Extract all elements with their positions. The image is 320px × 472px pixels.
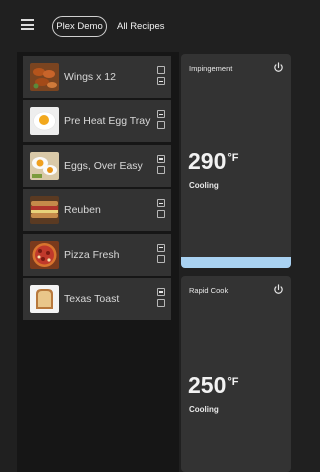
recipe-name: Texas Toast (64, 292, 120, 305)
recipe-thumbnail (30, 63, 59, 91)
temperature-unit: °F (227, 152, 239, 164)
oven-temperature: 290°F (188, 148, 239, 175)
oven-temperature: 250°F (188, 372, 239, 399)
recipe-item[interactable]: Wings x 12 (23, 56, 171, 98)
recipe-name: Wings x 12 (64, 71, 116, 83)
slot-checkbox[interactable] (157, 77, 165, 85)
recipe-thumbnail (30, 240, 59, 269)
slot-checkbox[interactable] (157, 154, 165, 163)
recipe-name: Pre Heat Egg Tray (64, 115, 151, 128)
recipe-slots (157, 199, 167, 221)
power-icon[interactable] (273, 284, 284, 295)
recipe-name: Pizza Fresh (64, 248, 120, 261)
recipe-thumbnail (30, 284, 59, 313)
store-selector[interactable]: Plex Demo (52, 16, 107, 37)
recipe-slots (157, 110, 167, 132)
slot-checkbox[interactable] (157, 66, 165, 74)
recipe-slots (157, 154, 167, 177)
recipe-thumbnail (30, 107, 59, 136)
slot-checkbox[interactable] (157, 121, 165, 130)
recipe-slots (157, 243, 167, 266)
heat-indicator-bar (181, 257, 291, 268)
oven-name: Rapid Cook (189, 286, 229, 295)
recipe-thumbnail (30, 196, 59, 225)
slot-checkbox[interactable] (157, 254, 165, 263)
power-icon[interactable] (273, 62, 284, 73)
oven-card-impingement[interactable]: Impingement 290°F Cooling (181, 54, 291, 268)
recipe-slots (157, 66, 167, 88)
oven-name: Impingement (189, 64, 233, 73)
oven-status: Cooling (189, 405, 219, 414)
slot-checkbox[interactable] (157, 243, 165, 252)
recipe-thumbnail (30, 151, 59, 180)
slot-checkbox[interactable] (157, 110, 165, 119)
slot-checkbox[interactable] (157, 210, 165, 219)
slot-checkbox[interactable] (157, 298, 165, 307)
slot-checkbox[interactable] (157, 165, 165, 174)
recipe-item[interactable]: Eggs, Over Easy (23, 144, 171, 187)
oven-status: Cooling (189, 181, 219, 190)
recipe-item[interactable]: Reuben (23, 189, 171, 232)
recipe-item[interactable]: Pizza Fresh (23, 233, 171, 276)
temperature-value: 290 (188, 148, 227, 174)
slot-checkbox[interactable] (157, 199, 165, 208)
recipe-filter[interactable]: All Recipes (117, 21, 165, 32)
slot-checkbox[interactable] (157, 287, 165, 296)
recipe-name: Reuben (64, 204, 101, 217)
recipe-item[interactable]: Pre Heat Egg Tray (23, 100, 171, 143)
top-bar: Plex Demo All Recipes (0, 0, 294, 52)
temperature-value: 250 (188, 372, 227, 398)
recipe-panel: Wings x 12 Pre Heat Egg Tray Eggs, Over … (17, 52, 179, 472)
recipe-item[interactable]: Texas Toast (23, 277, 171, 320)
temperature-unit: °F (227, 376, 239, 388)
menu-icon[interactable] (21, 19, 34, 30)
recipe-slots (157, 287, 167, 310)
recipe-list: Wings x 12 Pre Heat Egg Tray Eggs, Over … (23, 56, 171, 322)
oven-card-rapid-cook[interactable]: Rapid Cook 250°F Cooling (181, 276, 291, 472)
recipe-name: Eggs, Over Easy (64, 159, 143, 172)
